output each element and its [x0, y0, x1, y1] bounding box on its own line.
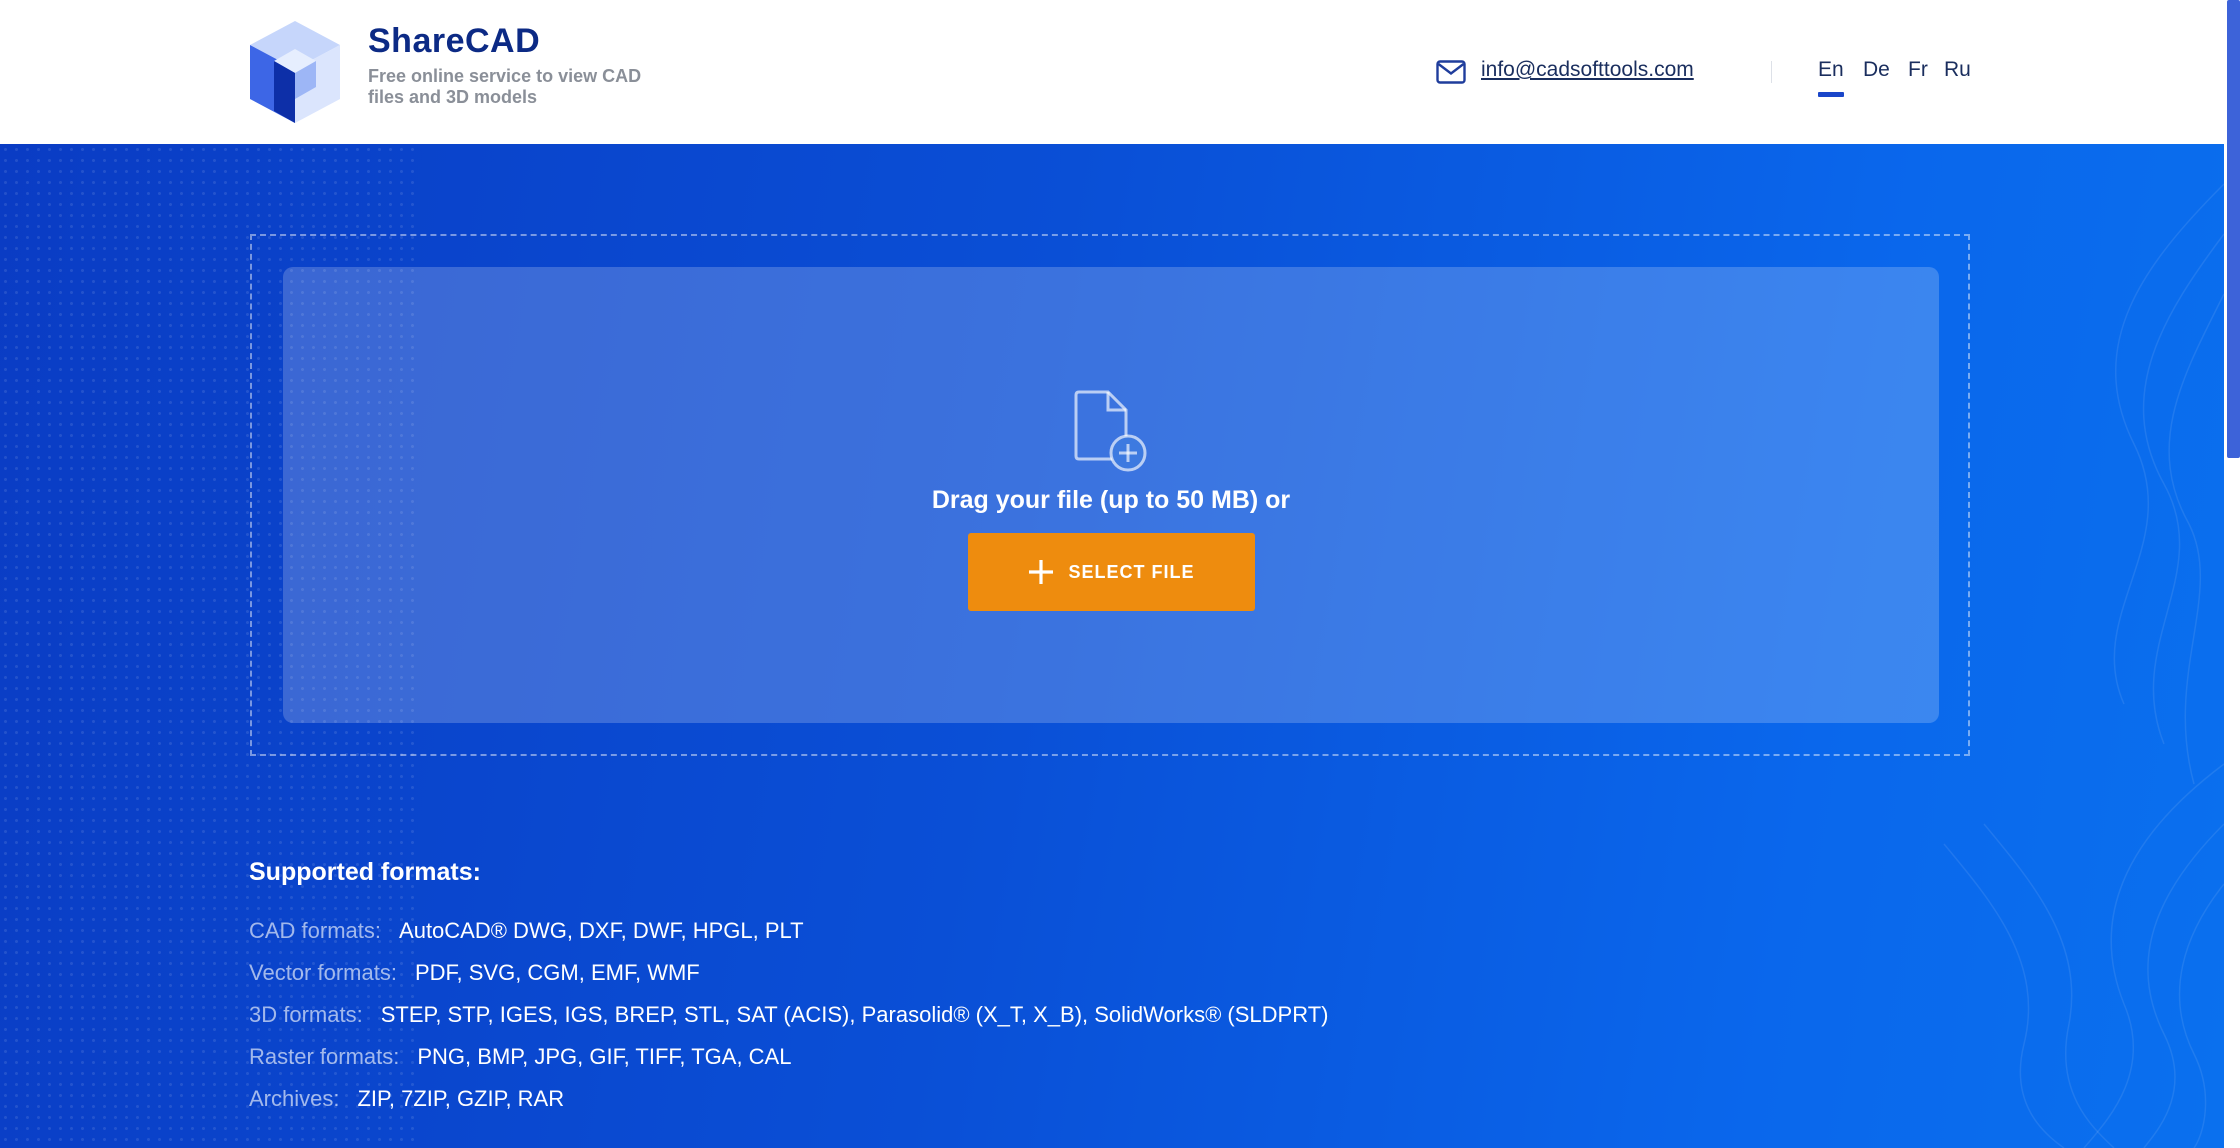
language-fr[interactable]: Fr: [1908, 58, 1928, 82]
email-link[interactable]: info@cadsofttools.com: [1481, 58, 1694, 82]
drag-instruction: Drag your file (up to 50 MB) or: [931, 486, 1291, 514]
format-label: CAD formats:: [249, 918, 382, 943]
active-language-indicator: [1818, 92, 1844, 97]
format-row-archives: Archives: ZIP, 7ZIP, GZIP, RAR: [249, 1086, 564, 1112]
brand-tagline: Free online service to view CAD files an…: [368, 66, 642, 107]
plus-icon: [1029, 560, 1054, 584]
format-values: AutoCAD® DWG, DXF, DWF, HPGL, PLT: [399, 918, 804, 943]
format-row-3d: 3D formats: STEP, STP, IGES, IGS, BREP, S…: [249, 1002, 1328, 1028]
format-values: STEP, STP, IGES, IGS, BREP, STL, SAT (AC…: [380, 1002, 1329, 1027]
format-row-cad: CAD formats: AutoCAD® DWG, DXF, DWF, HPGL…: [249, 918, 804, 944]
cube-logo-icon[interactable]: [248, 19, 342, 125]
add-file-icon: [1074, 390, 1147, 472]
supported-formats-title: Supported formats:: [249, 858, 481, 886]
language-de[interactable]: De: [1863, 58, 1890, 82]
select-file-button[interactable]: SELECT FILE: [968, 533, 1255, 611]
site-header: ShareCAD Free online service to view CAD…: [0, 0, 2224, 144]
format-values: ZIP, 7ZIP, GZIP, RAR: [357, 1086, 565, 1111]
format-label: Vector formats:: [249, 960, 397, 985]
scrollbar-thumb[interactable]: [2227, 0, 2240, 458]
format-row-raster: Raster formats: PNG, BMP, JPG, GIF, TIFF,…: [249, 1044, 791, 1070]
select-file-label: SELECT FILE: [1068, 561, 1195, 582]
format-values: PDF, SVG, CGM, EMF, WMF: [414, 960, 700, 985]
format-label: Archives:: [249, 1086, 340, 1111]
format-label: 3D formats:: [249, 1002, 363, 1027]
mail-icon: [1436, 60, 1466, 84]
format-row-vector: Vector formats: PDF, SVG, CGM, EMF, WMF: [249, 960, 700, 986]
language-en[interactable]: En: [1818, 58, 1844, 82]
format-values: PNG, BMP, JPG, GIF, TIFF, TGA, CAL: [417, 1044, 792, 1069]
header-divider: [1771, 61, 1772, 83]
language-ru[interactable]: Ru: [1944, 58, 1971, 82]
format-label: Raster formats:: [249, 1044, 400, 1069]
brand-name[interactable]: ShareCAD: [368, 22, 540, 61]
